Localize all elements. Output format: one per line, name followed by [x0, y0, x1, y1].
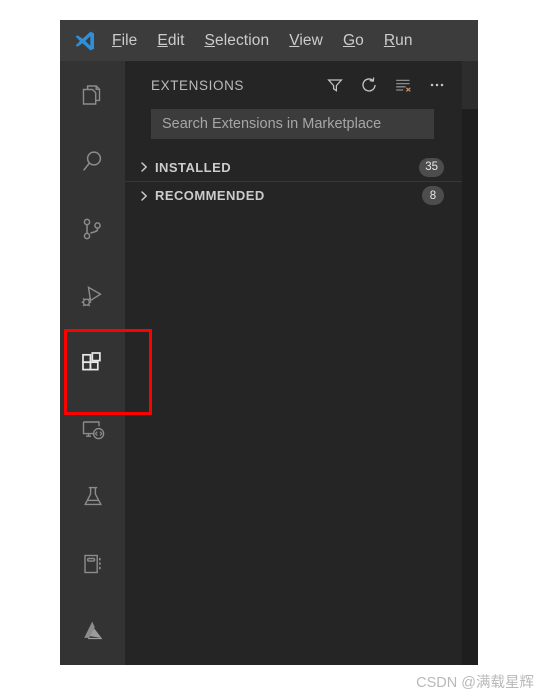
clear-filter-icon[interactable] — [393, 76, 412, 95]
remote-explorer-icon — [78, 415, 108, 445]
watermark-text: CSDN @满载星辉 — [416, 675, 534, 691]
section-installed[interactable]: INSTALLED 35 — [125, 153, 462, 181]
search-input[interactable] — [160, 115, 425, 133]
search-box[interactable] — [151, 109, 434, 139]
search-container — [125, 109, 462, 139]
sidebar-item-azure[interactable] — [60, 598, 125, 665]
menu-mnemonic-selection: S — [204, 31, 215, 49]
vscode-window: File Edit Selection View Go Run EXTENSIO… — [60, 20, 478, 665]
search-magnifier-icon — [78, 147, 108, 177]
refresh-icon[interactable] — [359, 76, 378, 95]
sidebar-item-source-control[interactable] — [60, 195, 125, 262]
sidebar-item-run-debug[interactable] — [60, 262, 125, 329]
screenshot-root: File Edit Selection View Go Run EXTENSIO… — [0, 0, 544, 698]
menu-item-run[interactable]: Run — [384, 32, 413, 50]
notebook-icon — [78, 549, 108, 579]
sidebar-item-remote-explorer[interactable] — [60, 397, 125, 464]
explorer-files-icon — [78, 80, 108, 110]
more-actions-icon[interactable] — [427, 76, 446, 95]
badge-recommended-count: 8 — [422, 186, 444, 205]
menu-mnemonic-run: R — [383, 31, 396, 49]
title-menu-bar: File Edit Selection View Go Run — [60, 20, 478, 61]
vscode-logo-icon — [72, 28, 98, 54]
editor-area — [462, 61, 478, 665]
window-body: EXTENSIONS Search Extensions in Marketpl… — [60, 61, 478, 665]
sidebar-item-search[interactable] — [60, 128, 125, 195]
menu-rest-view: iew — [299, 31, 323, 49]
section-label-installed: INSTALLED — [155, 159, 232, 175]
sidebar-header-actions — [325, 76, 446, 95]
source-control-branch-icon — [78, 214, 108, 244]
menu-rest-run: un — [395, 31, 413, 49]
menu-rest-go: o — [355, 31, 364, 49]
badge-installed-count: 35 — [419, 157, 444, 177]
activity-bar — [60, 61, 125, 665]
menu-rest-selection: election — [214, 31, 270, 49]
menu-item-edit[interactable]: Edit — [157, 32, 184, 50]
chevron-right-icon — [135, 190, 153, 202]
menu-mnemonic-edit: E — [157, 31, 168, 49]
sidebar-item-testing[interactable] — [60, 464, 125, 531]
menu-item-selection[interactable]: Selection — [205, 32, 270, 50]
extensions-blocks-icon — [77, 347, 109, 379]
menu-mnemonic-go: G — [342, 31, 356, 49]
extensions-sidebar: EXTENSIONS Search Extensions in Marketpl… — [125, 61, 462, 665]
menu-item-view[interactable]: View — [289, 32, 323, 50]
section-label-recommended: RECOMMENDED — [155, 188, 265, 203]
chevron-right-icon — [135, 161, 153, 173]
menu-rest-edit: dit — [167, 31, 185, 49]
menu-mnemonic-file: F — [112, 31, 122, 49]
menu-bar-items: File Edit Selection View Go Run — [112, 32, 413, 50]
azure-icon — [78, 616, 108, 646]
editor-tabstrip — [462, 61, 478, 109]
menu-item-go[interactable]: Go — [343, 32, 364, 50]
testing-flask-icon — [78, 482, 108, 512]
sidebar-item-extensions[interactable] — [60, 329, 125, 396]
sidebar-item-notebook[interactable] — [60, 531, 125, 598]
sidebar-item-explorer[interactable] — [60, 61, 125, 128]
extension-sections: INSTALLED 35 RECOMMENDED 8 — [125, 153, 462, 209]
menu-item-file[interactable]: File — [112, 32, 137, 50]
sidebar-header: EXTENSIONS — [125, 61, 462, 109]
menu-mnemonic-view: V — [289, 31, 300, 49]
section-recommended[interactable]: RECOMMENDED 8 — [125, 181, 462, 209]
filter-funnel-icon[interactable] — [325, 76, 344, 95]
menu-rest-file: ile — [121, 31, 138, 49]
page-title: EXTENSIONS — [151, 77, 245, 93]
run-and-debug-icon — [78, 281, 108, 311]
